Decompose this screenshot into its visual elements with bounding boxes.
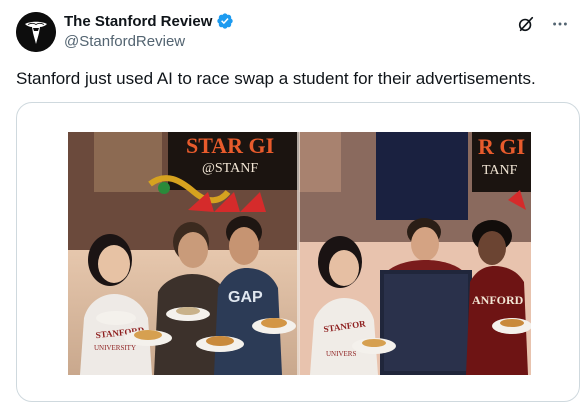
more-dots-icon[interactable] — [550, 14, 570, 34]
sign-right-text: R GI — [478, 134, 525, 159]
sign-left-sub: @STANF — [202, 161, 258, 176]
hoodie-right2-sub: UNIVERS — [326, 350, 356, 358]
top-actions — [516, 14, 570, 34]
sign-left-text: STAR GI — [186, 133, 274, 158]
verified-badge-icon — [216, 12, 234, 30]
grok-icon[interactable] — [516, 14, 536, 34]
shirt-mid-text: GAP — [228, 289, 263, 306]
media-card[interactable]: STAR GI @STANF STANFORD UNIVERSITY GAP R… — [16, 102, 580, 402]
post-image-illustration: STAR GI @STANF STANFORD UNIVERSITY GAP R… — [68, 132, 531, 375]
hoodie-right-text: ANFORD — [472, 293, 524, 307]
display-name[interactable]: The Stanford Review — [64, 13, 212, 30]
hoodie-left-sub: UNIVERSITY — [94, 344, 136, 352]
tweet: The Stanford Review @StanfordReview Stan… — [0, 0, 580, 404]
sign-right-sub: TANF — [482, 163, 518, 178]
avatar[interactable] — [16, 12, 56, 52]
post-image[interactable]: STAR GI @STANF STANFORD UNIVERSITY GAP R… — [68, 132, 531, 375]
handle[interactable]: @StanfordReview — [64, 33, 234, 50]
author-block: The Stanford Review @StanfordReview — [64, 12, 234, 50]
post-text: Stanford just used AI to race swap a stu… — [16, 69, 536, 88]
stanford-review-logo-icon — [16, 12, 56, 52]
